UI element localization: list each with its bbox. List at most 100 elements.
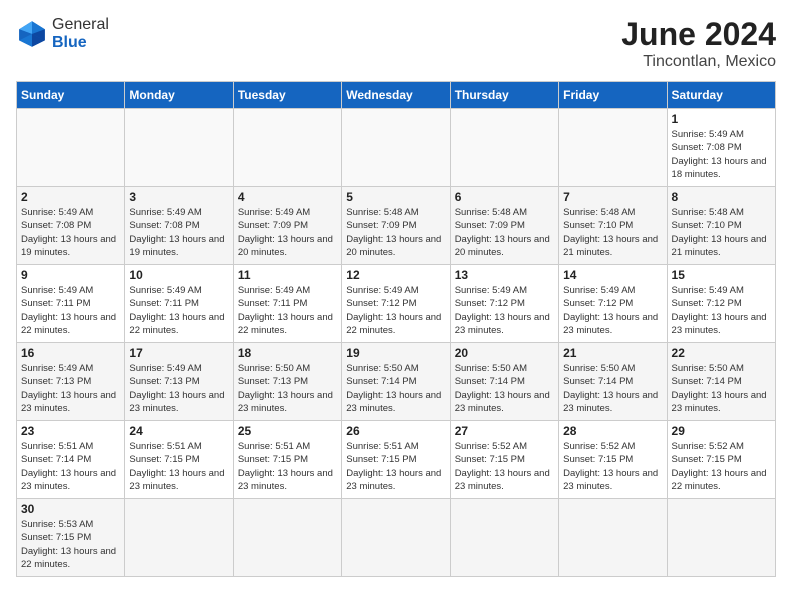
day-number: 11 [238,268,337,282]
day-cell [125,109,233,187]
day-cell [233,499,341,577]
day-info: Sunrise: 5:49 AM Sunset: 7:11 PM Dayligh… [238,284,337,337]
day-number: 24 [129,424,228,438]
day-cell [450,109,558,187]
day-number: 2 [21,190,120,204]
day-info: Sunrise: 5:49 AM Sunset: 7:11 PM Dayligh… [21,284,120,337]
header-wednesday: Wednesday [342,82,450,109]
calendar-header-row: Sunday Monday Tuesday Wednesday Thursday… [17,82,776,109]
day-cell: 13 Sunrise: 5:49 AM Sunset: 7:12 PM Dayli… [450,265,558,343]
day-cell [342,499,450,577]
day-info: Sunrise: 5:50 AM Sunset: 7:14 PM Dayligh… [346,362,445,415]
day-info: Sunrise: 5:49 AM Sunset: 7:12 PM Dayligh… [563,284,662,337]
day-cell: 28 Sunrise: 5:52 AM Sunset: 7:15 PM Dayli… [559,421,667,499]
day-info: Sunrise: 5:51 AM Sunset: 7:14 PM Dayligh… [21,440,120,493]
day-number: 29 [672,424,771,438]
day-cell: 21 Sunrise: 5:50 AM Sunset: 7:14 PM Dayli… [559,343,667,421]
day-number: 19 [346,346,445,360]
day-number: 30 [21,502,120,516]
day-info: Sunrise: 5:50 AM Sunset: 7:14 PM Dayligh… [563,362,662,415]
day-cell: 11 Sunrise: 5:49 AM Sunset: 7:11 PM Dayli… [233,265,341,343]
day-number: 4 [238,190,337,204]
day-number: 23 [21,424,120,438]
day-info: Sunrise: 5:52 AM Sunset: 7:15 PM Dayligh… [563,440,662,493]
day-cell [125,499,233,577]
week-row-1: 1 Sunrise: 5:49 AM Sunset: 7:08 PM Daylig… [17,109,776,187]
day-info: Sunrise: 5:48 AM Sunset: 7:10 PM Dayligh… [672,206,771,259]
day-info: Sunrise: 5:49 AM Sunset: 7:12 PM Dayligh… [346,284,445,337]
day-cell: 7 Sunrise: 5:48 AM Sunset: 7:10 PM Daylig… [559,187,667,265]
day-cell: 10 Sunrise: 5:49 AM Sunset: 7:11 PM Dayli… [125,265,233,343]
day-number: 6 [455,190,554,204]
day-number: 7 [563,190,662,204]
calendar-subtitle: Tincontlan, Mexico [621,53,776,71]
calendar-title: June 2024 [621,16,776,53]
day-cell: 30 Sunrise: 5:53 AM Sunset: 7:15 PM Dayli… [17,499,125,577]
day-info: Sunrise: 5:49 AM Sunset: 7:12 PM Dayligh… [455,284,554,337]
day-number: 12 [346,268,445,282]
day-cell: 1 Sunrise: 5:49 AM Sunset: 7:08 PM Daylig… [667,109,775,187]
header-tuesday: Tuesday [233,82,341,109]
day-cell: 29 Sunrise: 5:52 AM Sunset: 7:15 PM Dayli… [667,421,775,499]
logo-text: General Blue [52,16,109,51]
day-info: Sunrise: 5:51 AM Sunset: 7:15 PM Dayligh… [238,440,337,493]
day-info: Sunrise: 5:48 AM Sunset: 7:09 PM Dayligh… [455,206,554,259]
day-info: Sunrise: 5:52 AM Sunset: 7:15 PM Dayligh… [672,440,771,493]
day-number: 21 [563,346,662,360]
week-row-4: 16Sunrise: 5:49 AM Sunset: 7:13 PM Dayli… [17,343,776,421]
header-saturday: Saturday [667,82,775,109]
day-number: 10 [129,268,228,282]
week-row-3: 9 Sunrise: 5:49 AM Sunset: 7:11 PM Daylig… [17,265,776,343]
day-info: Sunrise: 5:49 AM Sunset: 7:09 PM Dayligh… [238,206,337,259]
day-number: 1 [672,112,771,126]
day-info: Sunrise: 5:48 AM Sunset: 7:10 PM Dayligh… [563,206,662,259]
day-info: Sunrise: 5:50 AM Sunset: 7:14 PM Dayligh… [455,362,554,415]
day-info: Sunrise: 5:49 AM Sunset: 7:13 PM Dayligh… [21,362,120,415]
header-sunday: Sunday [17,82,125,109]
day-cell: 19 Sunrise: 5:50 AM Sunset: 7:14 PM Dayli… [342,343,450,421]
day-info: Sunrise: 5:49 AM Sunset: 7:08 PM Dayligh… [672,128,771,181]
day-cell: 6 Sunrise: 5:48 AM Sunset: 7:09 PM Daylig… [450,187,558,265]
logo: General Blue [16,16,109,51]
day-cell [559,109,667,187]
day-cell: 3 Sunrise: 5:49 AM Sunset: 7:08 PM Daylig… [125,187,233,265]
week-row-6: 30 Sunrise: 5:53 AM Sunset: 7:15 PM Dayli… [17,499,776,577]
day-cell: 16Sunrise: 5:49 AM Sunset: 7:13 PM Dayli… [17,343,125,421]
day-number: 28 [563,424,662,438]
day-number: 8 [672,190,771,204]
day-info: Sunrise: 5:51 AM Sunset: 7:15 PM Dayligh… [129,440,228,493]
title-block: June 2024 Tincontlan, Mexico [621,16,776,71]
day-number: 25 [238,424,337,438]
day-cell [233,109,341,187]
day-cell: 12 Sunrise: 5:49 AM Sunset: 7:12 PM Dayli… [342,265,450,343]
week-row-5: 23 Sunrise: 5:51 AM Sunset: 7:14 PM Dayli… [17,421,776,499]
day-cell: 18Sunrise: 5:50 AM Sunset: 7:13 PM Dayli… [233,343,341,421]
logo-icon [16,18,48,50]
day-info: Sunrise: 5:50 AM Sunset: 7:13 PM Dayligh… [238,362,337,415]
day-number: 27 [455,424,554,438]
day-cell: 25 Sunrise: 5:51 AM Sunset: 7:15 PM Dayli… [233,421,341,499]
day-cell: 23 Sunrise: 5:51 AM Sunset: 7:14 PM Dayli… [17,421,125,499]
day-cell [450,499,558,577]
day-info: Sunrise: 5:52 AM Sunset: 7:15 PM Dayligh… [455,440,554,493]
day-cell: 24 Sunrise: 5:51 AM Sunset: 7:15 PM Dayli… [125,421,233,499]
day-cell: 15Sunrise: 5:49 AM Sunset: 7:12 PM Dayli… [667,265,775,343]
day-info: Sunrise: 5:51 AM Sunset: 7:15 PM Dayligh… [346,440,445,493]
day-number: 3 [129,190,228,204]
day-cell: 14 Sunrise: 5:49 AM Sunset: 7:12 PM Dayli… [559,265,667,343]
day-info: Sunrise: 5:49 AM Sunset: 7:08 PM Dayligh… [21,206,120,259]
day-number: 13 [455,268,554,282]
day-info: Sunrise: 5:53 AM Sunset: 7:15 PM Dayligh… [21,518,120,571]
day-cell [17,109,125,187]
day-info: Sunrise: 5:49 AM Sunset: 7:08 PM Dayligh… [129,206,228,259]
day-number: 22 [672,346,771,360]
day-info: Sunrise: 5:49 AM Sunset: 7:11 PM Dayligh… [129,284,228,337]
day-number: 15 [672,268,771,282]
header-thursday: Thursday [450,82,558,109]
day-number: 9 [21,268,120,282]
day-number: 14 [563,268,662,282]
day-cell [559,499,667,577]
header-monday: Monday [125,82,233,109]
day-cell: 26Sunrise: 5:51 AM Sunset: 7:15 PM Dayli… [342,421,450,499]
day-number: 20 [455,346,554,360]
